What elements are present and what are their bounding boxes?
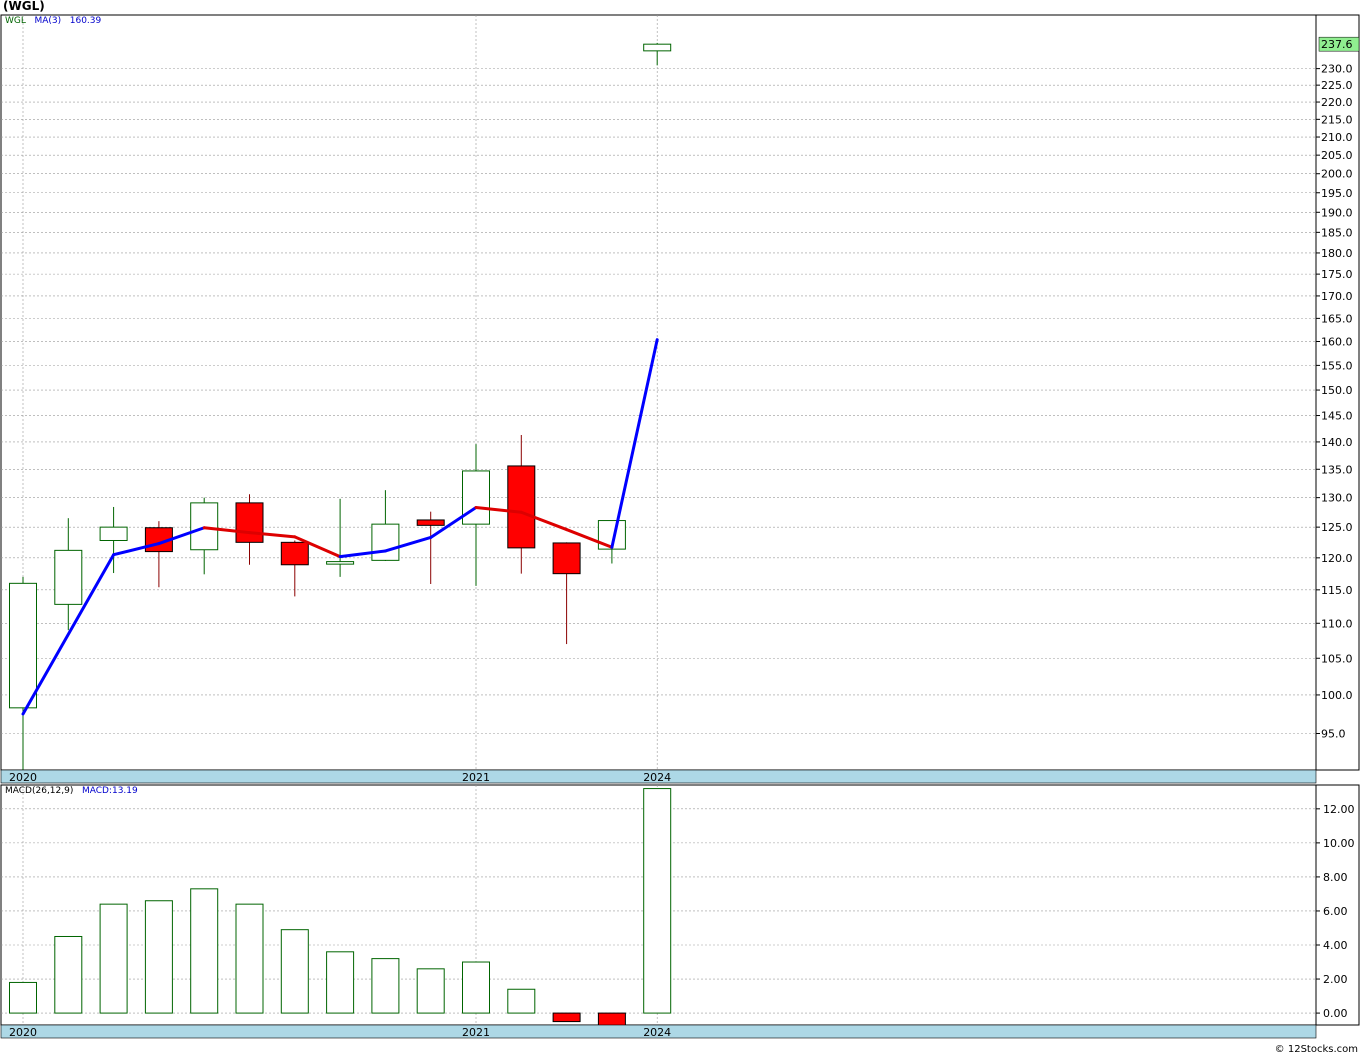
legend-macd-value: MACD:13.19 [81,786,138,796]
legend-symbol: WGL [5,16,26,26]
macd-legend: MACD(26,12,9) MACD:13.19 [5,786,138,796]
price-y-tick-label: 130.0 [1321,492,1353,505]
price-y-tick-label: 135.0 [1321,463,1353,476]
price-y-tick-label: 145.0 [1321,410,1353,423]
price-y-tick-label: 115.0 [1321,584,1353,597]
chart-title: (WGL) [3,0,45,13]
price-y-tick-label: 165.0 [1321,312,1353,325]
candle-body [54,549,83,605]
macd-y-tick-label: 12.00 [1323,803,1355,816]
macd-x-tick-label: 2024 [643,1026,671,1039]
price-y-tick-label: 205.0 [1321,149,1353,162]
macd-y-tick-label: 4.00 [1323,939,1348,952]
macd-bar [371,958,400,1014]
macd-x-tick-label: 2021 [462,1026,490,1039]
footer-copyright: © 12Stocks.com [1274,1044,1358,1055]
price-y-tick-label: 195.0 [1321,187,1353,200]
macd-bar [190,888,219,1014]
price-y-tick-label: 125.0 [1321,521,1353,534]
candle-body [235,502,264,543]
macd-bar [597,1012,626,1028]
price-y-tick-label: 120.0 [1321,552,1353,565]
macd-y-tick-label: 10.00 [1323,837,1355,850]
chart-canvas: 95.0 100.0 105.0 110.0 115.0 120.0 125.0 130.0 1… [0,14,1360,1039]
price-y-tick-label: 160.0 [1321,336,1353,349]
macd-bar [9,981,37,1014]
candle-body [416,519,445,526]
price-y-tick-label: 100.0 [1321,689,1353,702]
macd-bar [144,900,173,1014]
legend-ma-value: 160.39 [69,16,102,26]
macd-x-tick-label: 2020 [9,1026,37,1039]
price-x-tick-label: 2020 [9,771,37,784]
candle-body [462,470,490,525]
price-legend: WGL MA(3) 160.39 [5,16,101,26]
macd-bar [54,935,83,1014]
price-y-tick-label: 230.0 [1321,63,1353,76]
macd-bar [507,988,536,1014]
price-y-tick-label: 200.0 [1321,168,1353,181]
candle-body [9,582,37,709]
price-plot-area [0,14,1317,771]
price-y-tick-label: 210.0 [1321,131,1353,144]
price-y-tick-label: 140.0 [1321,436,1353,449]
legend-ma-label: MA(3) [34,16,62,26]
macd-bar [235,903,264,1014]
price-y-tick-label: 175.0 [1321,268,1353,281]
legend-macd-name: MACD(26,12,9) [5,786,74,796]
price-y-tick-label: 190.0 [1321,206,1353,219]
macd-y-tick-label: 6.00 [1323,905,1348,918]
price-y-tick-label: 220.0 [1321,96,1353,109]
macd-bar [99,903,128,1014]
candle-body [99,526,128,541]
price-y-tick-label: 110.0 [1321,617,1353,630]
price-y-tick-label: 185.0 [1321,226,1353,239]
macd-bar [280,929,309,1014]
price-y-tick-label: 225.0 [1321,79,1353,92]
candle-body [643,43,672,52]
price-y-tick-label: 105.0 [1321,652,1353,665]
price-y-tick-label: 150.0 [1321,384,1353,397]
candle-body [552,542,581,575]
price-y-tick-label: 95.0 [1321,728,1346,741]
candle-body [371,523,400,561]
macd-y-tick-label: 8.00 [1323,871,1348,884]
macd-bar [643,788,672,1014]
candle-body [280,541,309,566]
candle-body [507,465,536,549]
last-price-label: 237.6 [1321,38,1353,51]
price-y-tick-label: 155.0 [1321,359,1353,372]
macd-y-tick-label: 2.00 [1323,973,1348,986]
candle-body [326,561,355,565]
price-y-tick-label: 215.0 [1321,113,1353,126]
macd-bar [326,951,355,1014]
price-y-tick-label: 180.0 [1321,247,1353,260]
macd-bar [462,961,490,1014]
price-x-tick-label: 2024 [643,771,671,784]
macd-y-tick-label: 0.00 [1323,1007,1348,1020]
price-y-tick-label: 170.0 [1321,290,1353,303]
macd-bar [552,1012,581,1023]
macd-bar [416,968,445,1014]
price-x-tick-label: 2021 [462,771,490,784]
